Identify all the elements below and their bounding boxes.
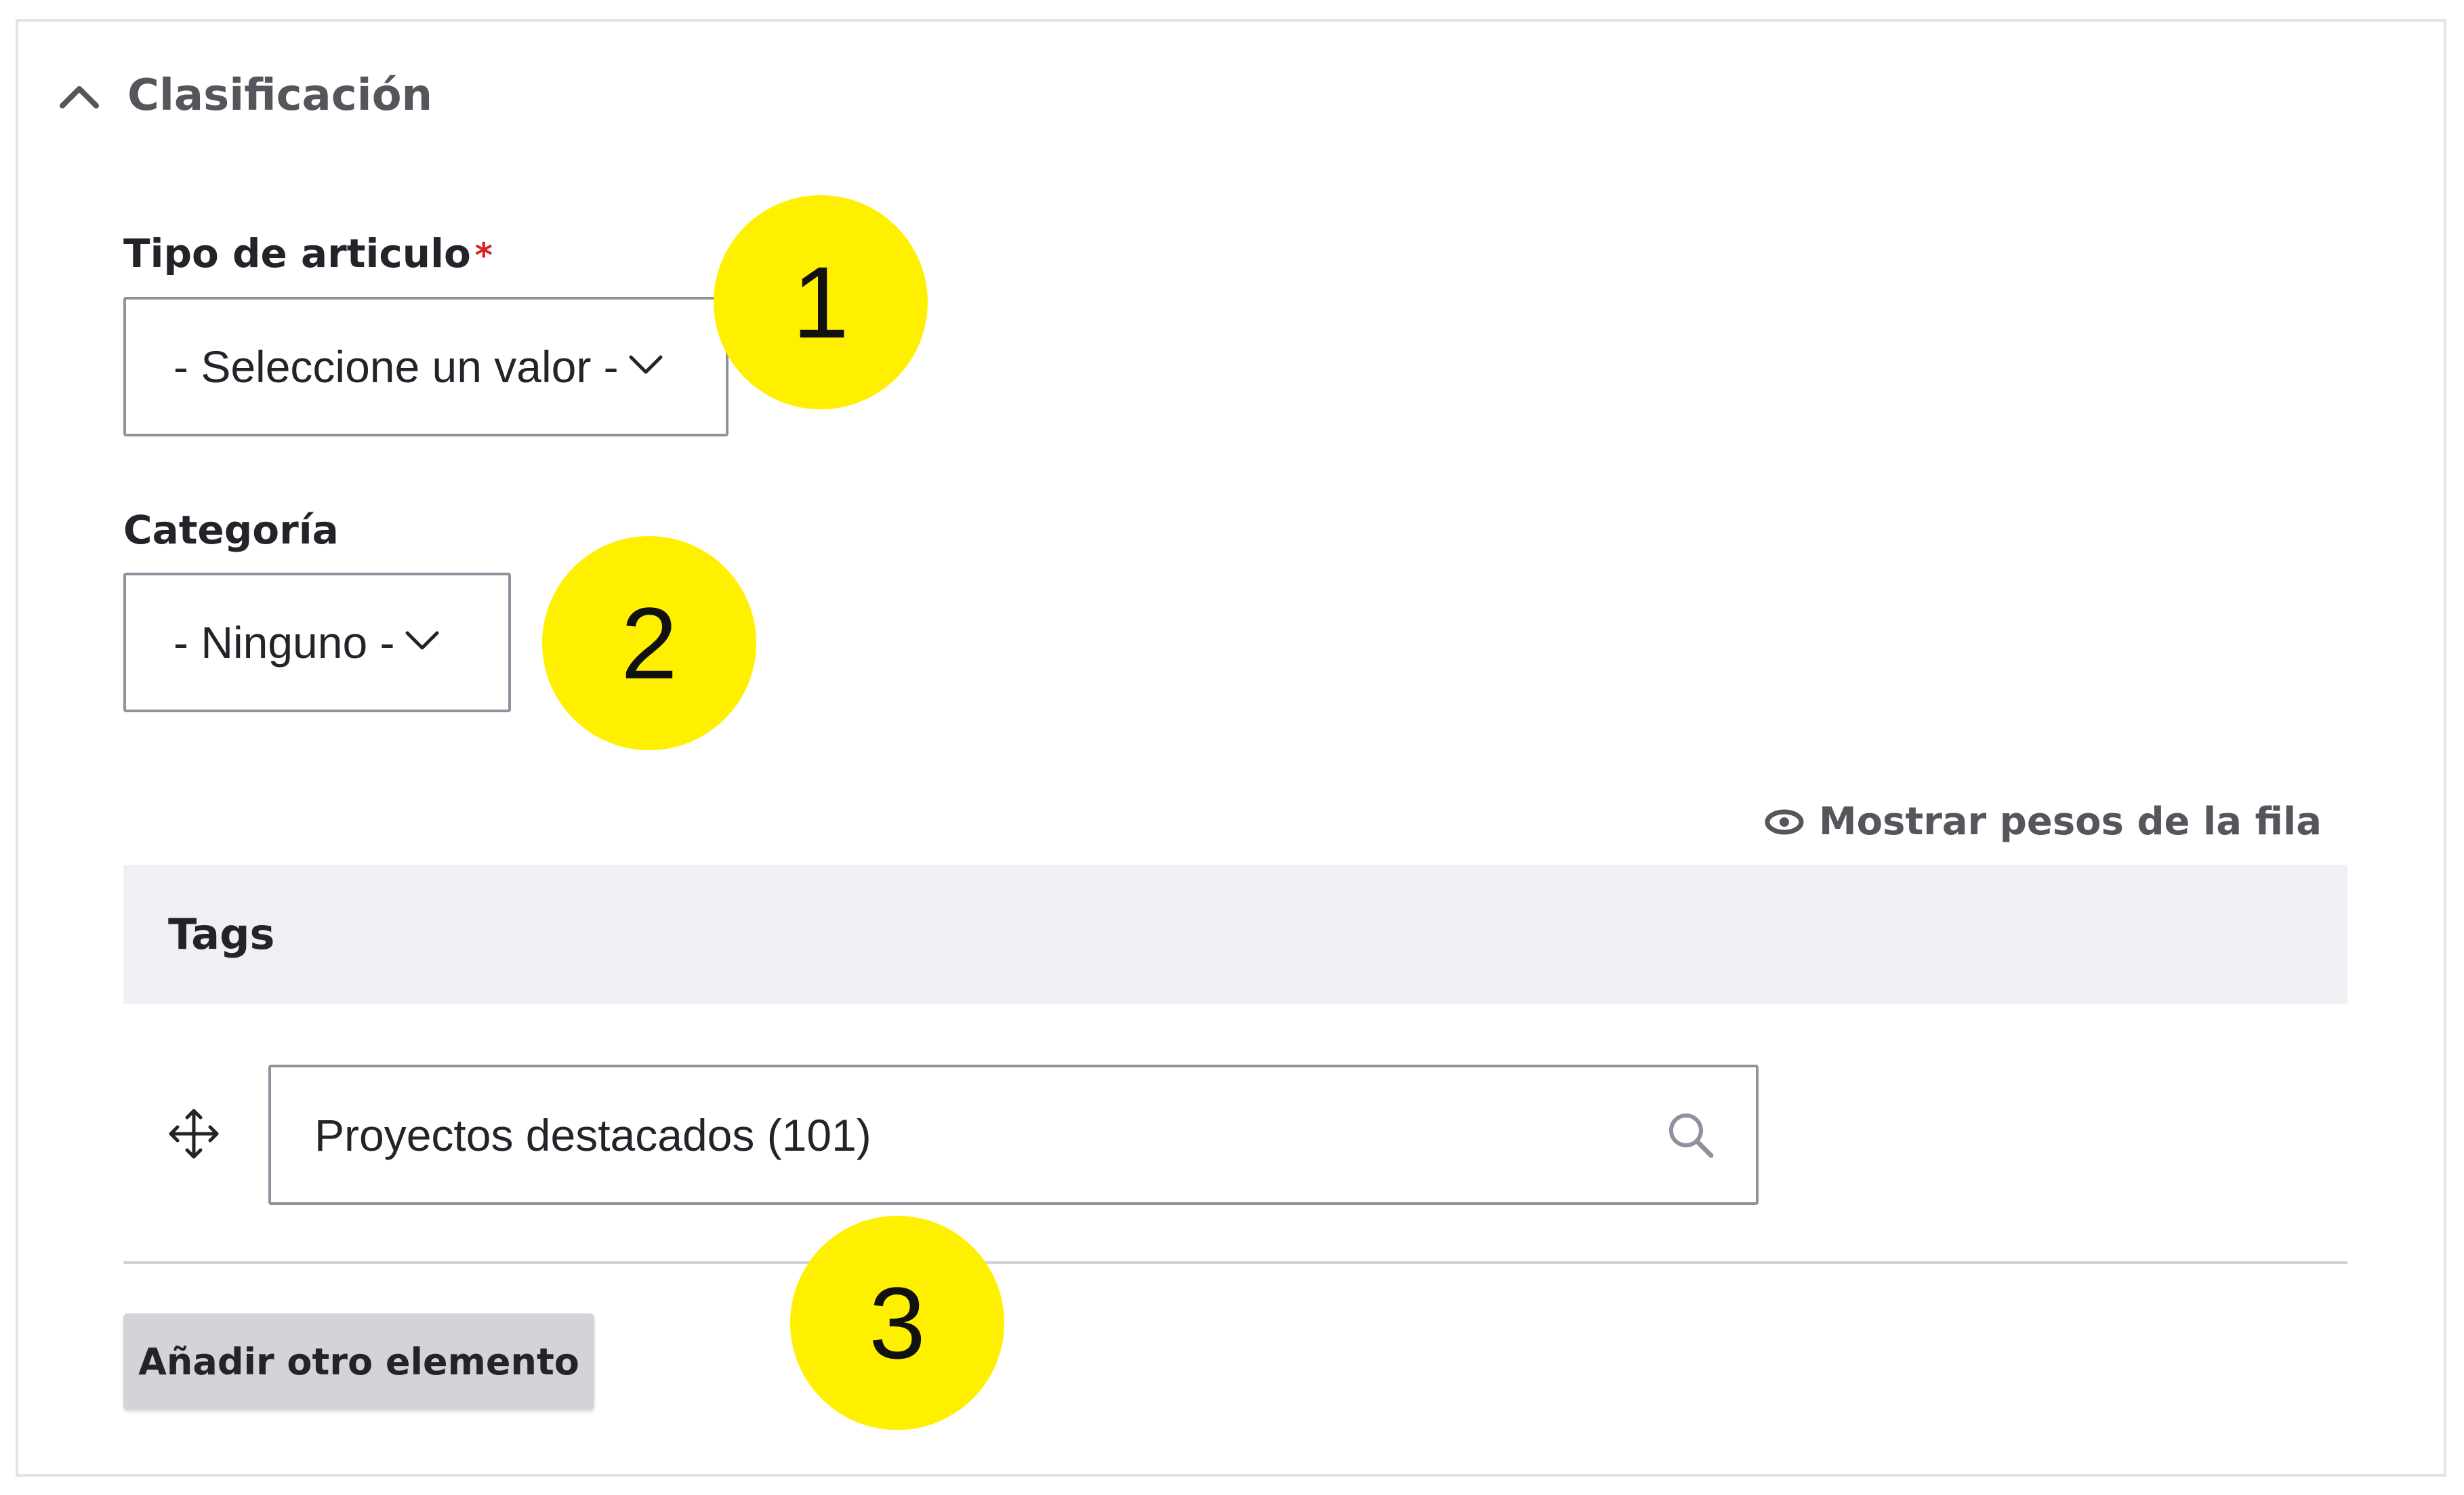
show-row-weights-toggle[interactable]: Mostrar pesos de la fila — [1765, 800, 2322, 844]
section-toggle[interactable]: Clasificación — [56, 65, 432, 126]
eye-icon — [1765, 809, 1804, 834]
tipo-articulo-label-text: Tipo de articulo — [123, 230, 471, 277]
callout-1: 1 — [714, 195, 928, 409]
callout-1-number: 1 — [792, 245, 849, 359]
section-title: Clasificación — [127, 70, 433, 121]
tag-value: Proyectos destacados (101) — [314, 1109, 871, 1160]
categoria-select[interactable]: - Ninguno - — [123, 573, 511, 712]
table-row: Proyectos destacados (101) — [123, 1004, 2347, 1264]
required-marker: * — [474, 236, 493, 275]
tags-table-header: Tags — [123, 865, 2347, 1004]
tags-header-label: Tags — [168, 909, 275, 959]
add-another-item-button[interactable]: Añadir otro elemento — [123, 1313, 594, 1410]
callout-2: 2 — [542, 536, 756, 750]
move-icon[interactable] — [167, 1107, 221, 1161]
callout-3: 3 — [790, 1216, 1004, 1430]
chevron-up-icon — [60, 86, 99, 108]
callout-3-number: 3 — [869, 1265, 926, 1380]
tipo-articulo-select[interactable]: - Seleccione un valor - — [123, 297, 728, 436]
chevron-down-icon — [405, 631, 438, 650]
add-another-item-label: Añadir otro elemento — [138, 1340, 579, 1383]
categoria-label: Categoría — [123, 507, 339, 553]
show-row-weights-label: Mostrar pesos de la fila — [1818, 800, 2322, 844]
tag-autocomplete-input[interactable]: Proyectos destacados (101) — [268, 1065, 1759, 1205]
categoria-value: - Ninguno - — [173, 617, 395, 668]
tipo-articulo-label: Tipo de articulo * — [123, 230, 493, 277]
chevron-down-icon — [629, 355, 663, 374]
search-icon — [1669, 1113, 1714, 1158]
tipo-articulo-value: - Seleccione un valor - — [173, 342, 619, 392]
callout-2-number: 2 — [621, 586, 678, 700]
